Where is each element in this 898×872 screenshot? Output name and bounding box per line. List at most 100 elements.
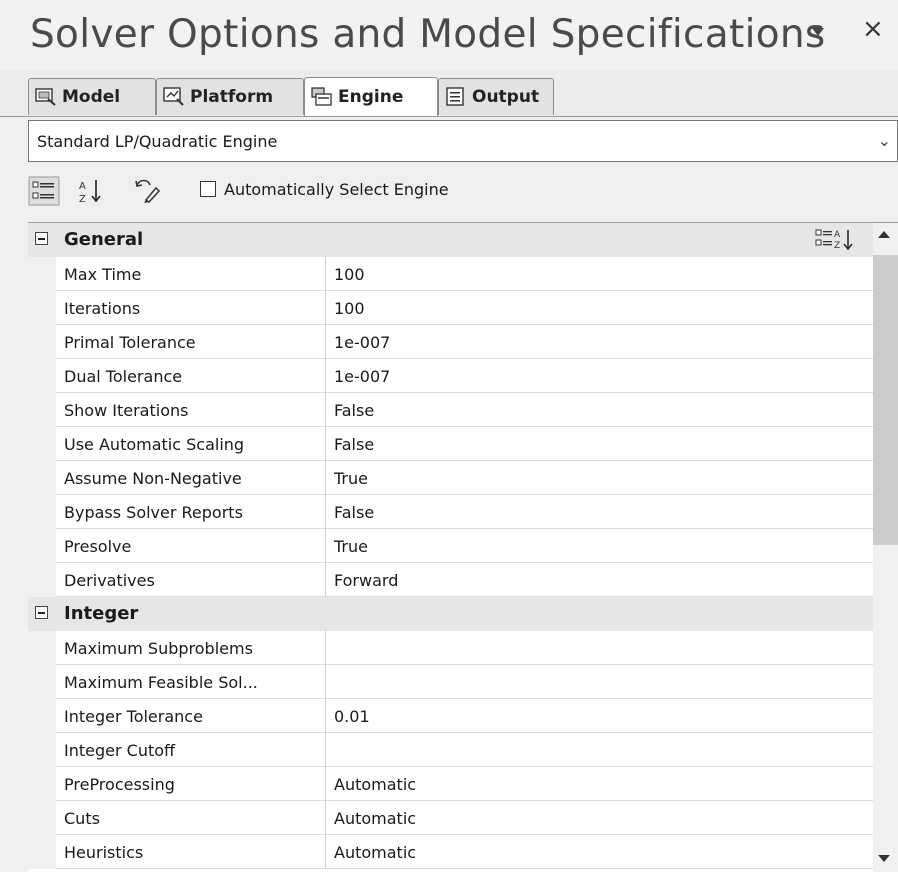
row-gutter [28, 801, 56, 835]
solver-options-pane: Solver Options and Model Specifications … [0, 0, 898, 872]
property-value[interactable] [326, 733, 873, 767]
property-name: Maximum Subproblems [56, 631, 326, 665]
row-gutter [28, 529, 56, 563]
property-value[interactable]: Automatic [326, 767, 873, 801]
property-value[interactable]: Automatic [326, 835, 873, 869]
property-value[interactable] [326, 631, 873, 665]
row-gutter [28, 733, 56, 767]
close-icon[interactable]: × [862, 14, 884, 44]
property-row[interactable]: Dual Tolerance 1e-007 [28, 359, 873, 393]
svg-text:Z: Z [79, 194, 86, 205]
svg-text:A: A [834, 230, 841, 240]
property-row[interactable]: Presolve True [28, 529, 873, 563]
row-gutter [28, 563, 56, 597]
scroll-up-icon[interactable] [878, 231, 890, 238]
engine-icon [311, 87, 333, 107]
property-value[interactable]: True [326, 529, 873, 563]
property-name: Use Automatic Scaling [56, 427, 326, 461]
property-row[interactable]: Cuts Automatic [28, 801, 873, 835]
vertical-scrollbar[interactable] [873, 223, 898, 872]
row-gutter [28, 699, 56, 733]
property-name: Bypass Solver Reports [56, 495, 326, 529]
auto-select-engine-label: Automatically Select Engine [224, 180, 449, 199]
category-label: Integer [64, 603, 139, 624]
svg-text:Z: Z [834, 241, 840, 251]
row-gutter [28, 291, 56, 325]
property-row[interactable]: Iterations 100 [28, 291, 873, 325]
sort-categories-icon[interactable]: AZ [814, 226, 864, 252]
auto-select-engine-checkbox[interactable] [200, 181, 216, 197]
property-row[interactable]: Use Automatic Scaling False [28, 427, 873, 461]
property-value[interactable]: 1e-007 [326, 359, 873, 393]
property-value[interactable]: True [326, 461, 873, 495]
row-gutter [28, 257, 56, 291]
property-name: Max Time [56, 257, 326, 291]
property-value[interactable]: 100 [326, 257, 873, 291]
row-gutter [28, 393, 56, 427]
engine-select[interactable]: Standard LP/Quadratic Engine ⌄ [28, 120, 898, 162]
property-row[interactable]: Maximum Subproblems [28, 631, 873, 665]
property-name: Integer Cutoff [56, 733, 326, 767]
tab-platform[interactable]: Platform [156, 78, 304, 115]
scroll-thumb[interactable] [873, 255, 898, 545]
property-name: Cuts [56, 801, 326, 835]
row-gutter [28, 835, 56, 869]
property-name: Iterations [56, 291, 326, 325]
property-row[interactable]: Bypass Solver Reports False [28, 495, 873, 529]
platform-icon [163, 87, 185, 107]
scroll-down-icon[interactable] [878, 855, 890, 862]
row-gutter [28, 359, 56, 393]
svg-text:A: A [79, 181, 86, 192]
property-name: Integer Tolerance [56, 699, 326, 733]
categorized-view-icon[interactable] [28, 176, 60, 206]
property-name: Show Iterations [56, 393, 326, 427]
row-gutter [28, 631, 56, 665]
property-value[interactable]: 0.01 [326, 699, 873, 733]
output-icon [445, 87, 467, 107]
row-gutter [28, 665, 56, 699]
triangle-down-icon[interactable] [812, 28, 824, 36]
property-row[interactable]: Derivatives Forward [28, 563, 873, 597]
property-name: Maximum Feasible Sol... [56, 665, 326, 699]
property-value[interactable]: False [326, 393, 873, 427]
category-integer[interactable]: Integer [28, 597, 873, 631]
property-name: Dual Tolerance [56, 359, 326, 393]
engine-select-value: Standard LP/Quadratic Engine [37, 132, 278, 151]
property-row[interactable]: Integer Tolerance 0.01 [28, 699, 873, 733]
property-row[interactable]: Max Time 100 [28, 257, 873, 291]
property-value[interactable]: False [326, 495, 873, 529]
property-name: Heuristics [56, 835, 326, 869]
property-row[interactable]: Integer Cutoff [28, 733, 873, 767]
pane-title: Solver Options and Model Specifications [30, 12, 826, 57]
property-value[interactable] [326, 665, 873, 699]
tab-model[interactable]: Model [28, 78, 156, 115]
category-general[interactable]: General [28, 223, 873, 257]
property-name: Assume Non-Negative [56, 461, 326, 495]
property-row[interactable]: Heuristics Automatic [28, 835, 873, 869]
property-name: PreProcessing [56, 767, 326, 801]
sort-alphabetical-icon[interactable]: AZ [76, 176, 108, 206]
property-row[interactable]: Assume Non-Negative True [28, 461, 873, 495]
tab-engine[interactable]: Engine [304, 77, 438, 116]
tab-output[interactable]: Output [438, 78, 554, 115]
category-label: General [64, 229, 144, 250]
property-row[interactable]: Primal Tolerance 1e-007 [28, 325, 873, 359]
property-row[interactable]: Show Iterations False [28, 393, 873, 427]
property-grid: General Max Time 100 Iterations 100 Prim… [28, 222, 898, 872]
property-toolbar: AZ Automatically Select Engine [28, 168, 898, 214]
property-value[interactable]: False [326, 427, 873, 461]
property-value[interactable]: 100 [326, 291, 873, 325]
collapse-icon[interactable] [35, 232, 48, 245]
property-value[interactable]: Automatic [326, 801, 873, 835]
property-value[interactable]: 1e-007 [326, 325, 873, 359]
property-row[interactable]: Maximum Feasible Sol... [28, 665, 873, 699]
title-bar: Solver Options and Model Specifications … [0, 0, 898, 70]
collapse-icon[interactable] [35, 606, 48, 619]
tab-output-label: Output [472, 87, 540, 107]
property-value[interactable]: Forward [326, 563, 873, 597]
property-row[interactable]: PreProcessing Automatic [28, 767, 873, 801]
model-icon [35, 87, 57, 107]
reset-icon[interactable] [132, 176, 164, 206]
row-gutter [28, 495, 56, 529]
property-name: Derivatives [56, 563, 326, 597]
